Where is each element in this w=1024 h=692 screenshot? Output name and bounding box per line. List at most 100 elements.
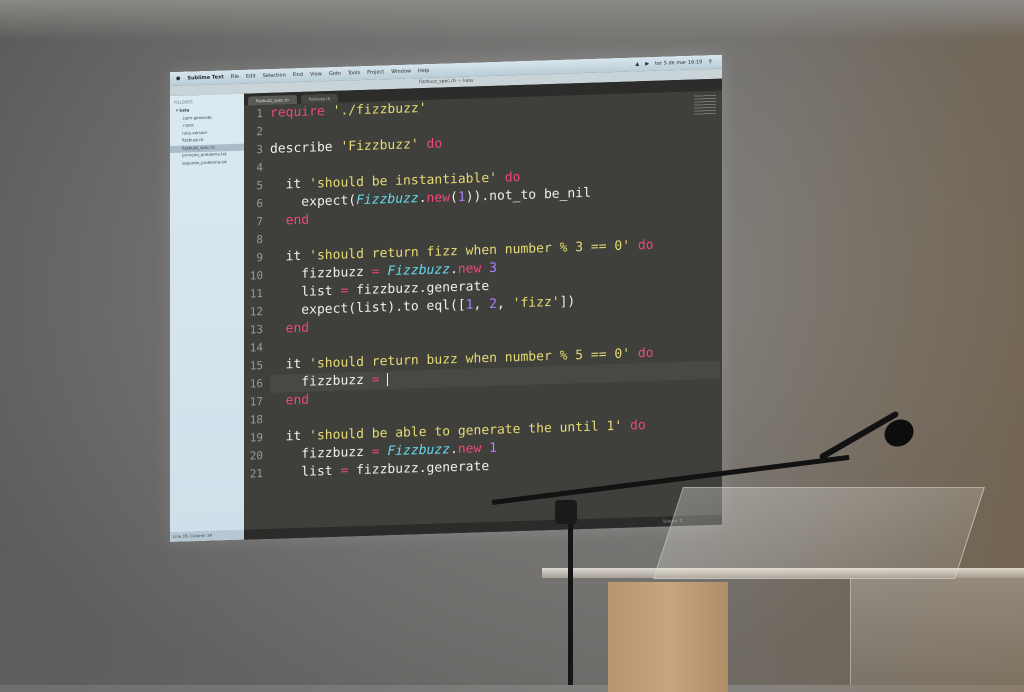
code-token: end [270, 212, 310, 229]
code-token: = [371, 372, 380, 388]
code-token: 'fizz' [512, 294, 560, 312]
code-token: 3 [489, 260, 497, 276]
code-token: . [450, 261, 458, 278]
line-number: 13 [249, 323, 263, 337]
code-token: do [418, 136, 443, 153]
line-number: 4 [256, 161, 263, 175]
code-token: it [270, 176, 310, 193]
code-token: do [630, 237, 654, 254]
menu-item[interactable]: Window [391, 68, 411, 75]
line-number-gutter: 1 2 3 4 5 6 7 8 9 10 11 12 13 14 15 16 17 18 19 20 21 [244, 105, 266, 484]
code-token: fizzbuzz [270, 444, 372, 463]
line-number: 19 [249, 431, 263, 445]
menu-status: ▲ ▶ ter 5 de mar 16:19 ⚲ [635, 59, 722, 68]
code-editor[interactable]: 1 2 3 4 5 6 7 8 9 10 11 12 13 14 15 16 17 18 19 20 21 requir… [244, 90, 722, 540]
code-token: 1 [465, 297, 474, 313]
mic-stand-pole [568, 520, 573, 685]
code-token: it [270, 356, 310, 373]
code-token: do [496, 169, 521, 186]
wifi-icon: ▲ [635, 61, 640, 68]
lectern-shelf [542, 568, 1024, 578]
menu-item[interactable]: Selection [263, 72, 286, 79]
code-token: Fizzbuzz [356, 191, 419, 209]
line-number: 3 [256, 143, 263, 157]
line-number: 21 [249, 467, 263, 481]
code-token: expect( [270, 193, 357, 211]
menu-item[interactable]: Project [367, 69, 384, 76]
line-number: 7 [256, 215, 263, 229]
line-number: 1 [256, 107, 263, 121]
code-token: , [496, 296, 513, 312]
code-token: new [426, 190, 451, 206]
code-token: fizzbuzz.generate [348, 278, 490, 299]
code-token: describe [270, 139, 341, 157]
code-token: 1 [489, 440, 497, 456]
lectern-wood-panel [608, 582, 728, 692]
line-number: 18 [249, 413, 263, 427]
code-token: ( [450, 189, 458, 206]
app-name: Sublime Text [187, 74, 224, 82]
apple-icon: ● [176, 75, 181, 82]
minimap[interactable] [694, 94, 716, 116]
code-token: 1 [457, 189, 466, 205]
line-number: 14 [249, 341, 263, 355]
lectern-glass-side [850, 578, 1024, 685]
code-token: do [622, 418, 646, 434]
code-token: end [270, 392, 310, 409]
code-token: 'Fizzbuzz' [340, 137, 419, 155]
code-token: . [418, 190, 427, 207]
sidebar-file-item[interactable]: segundo_problema.txt [170, 158, 244, 168]
code-token: = [371, 444, 380, 460]
code-token: ]) [559, 294, 576, 310]
code-token: Fizzbuzz [387, 442, 451, 460]
menu-item[interactable]: File [231, 74, 239, 80]
code-token: . [450, 441, 458, 458]
line-number: 6 [256, 197, 263, 211]
line-number: 16 [249, 377, 263, 391]
search-icon[interactable]: ⚲ [708, 59, 712, 65]
code-area[interactable]: require './fizzbuzz' describe 'Fizzbuzz' … [270, 91, 720, 483]
code-token: fizzbuzz [270, 372, 372, 391]
mic-stand-clamp [555, 500, 577, 524]
code-token: require [270, 103, 333, 121]
menu-item[interactable]: Edit [246, 73, 256, 79]
code-token: new [457, 260, 490, 277]
line-number: 9 [256, 251, 263, 265]
code-token: 2 [489, 296, 497, 312]
code-token: it [270, 428, 310, 445]
code-token: new [457, 440, 490, 457]
menu-item[interactable]: Tools [348, 70, 360, 76]
code-token: list [270, 463, 341, 481]
sidebar: FOLDERS ▾ kata .bem-generate .rspec ruby-v… [170, 93, 244, 542]
code-token: fizzbuzz [270, 264, 372, 283]
code-token: = [371, 264, 380, 280]
text-cursor [387, 373, 389, 387]
code-token: fizzbuzz.generate [348, 458, 490, 479]
code-token: , [473, 296, 490, 313]
code-token: Fizzbuzz [387, 262, 451, 280]
line-number: 20 [249, 449, 263, 463]
menu-item[interactable]: Find [293, 72, 303, 78]
code-token: list [270, 283, 341, 301]
line-number: 15 [249, 359, 263, 373]
code-token: './fizzbuzz' [332, 100, 427, 119]
code-token: end [270, 320, 310, 337]
line-number: 12 [249, 305, 263, 319]
sidebar-file-list: .bem-generate .rspec ruby-version fizzbuzz.… [170, 113, 244, 168]
line-number: 10 [249, 269, 263, 283]
code-token: it [270, 248, 310, 265]
lectern-glass-top [653, 487, 985, 579]
clock: ter 5 de mar 16:19 [655, 59, 703, 67]
ceiling [0, 0, 1024, 40]
volume-icon: ▶ [645, 60, 650, 68]
line-number: 8 [256, 233, 263, 247]
code-token: )).not_to be_nil [465, 185, 591, 205]
line-number: 2 [256, 125, 263, 139]
menu-item[interactable]: View [310, 71, 322, 77]
line-number: 11 [249, 287, 263, 301]
menu-item[interactable]: Goto [329, 71, 341, 77]
menu-item[interactable]: Help [418, 68, 429, 74]
line-number: 17 [249, 395, 263, 409]
projected-screen: ● Sublime Text File Edit Selection Find View… [170, 54, 722, 542]
